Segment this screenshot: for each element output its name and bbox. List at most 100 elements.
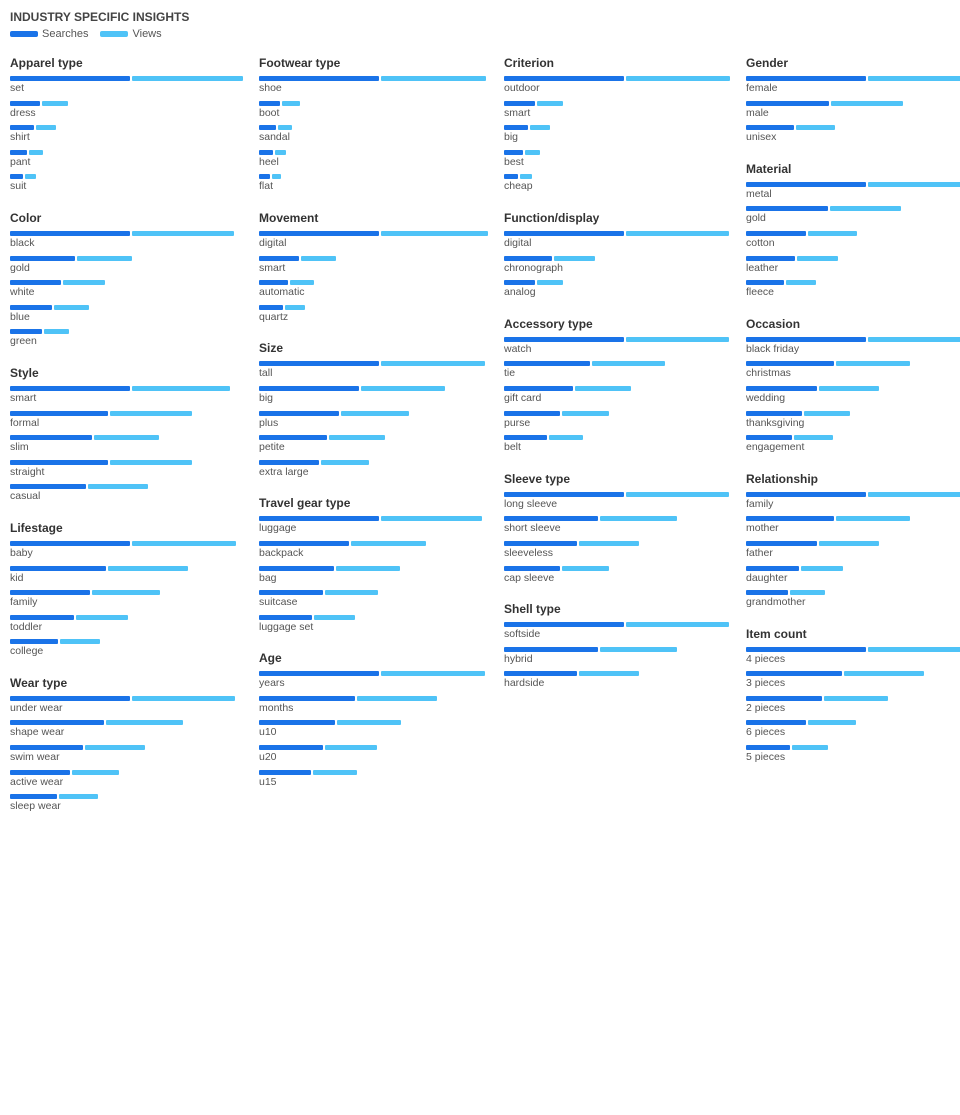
views-bar — [59, 794, 98, 799]
bar-item: shoe — [259, 76, 488, 95]
searches-bar — [504, 256, 552, 261]
searches-bar — [504, 76, 624, 81]
views-bar — [381, 671, 485, 676]
views-bar — [381, 231, 488, 236]
searches-bar — [259, 305, 283, 310]
bar-row — [746, 182, 960, 187]
bar-item-label: backpack — [259, 547, 488, 560]
views-bar — [381, 76, 486, 81]
bar-row — [259, 541, 488, 546]
views-bar — [325, 745, 377, 750]
views-bar — [44, 329, 69, 334]
bar-row — [259, 280, 488, 285]
bar-row — [504, 541, 730, 546]
bar-item: short sleeve — [504, 516, 730, 535]
bar-item: smart — [504, 101, 730, 120]
bar-item: outdoor — [504, 76, 730, 95]
bar-item: male — [746, 101, 960, 120]
views-bar — [25, 174, 36, 179]
searches-bar — [259, 671, 379, 676]
bar-item-label: dress — [10, 107, 243, 120]
searches-bar — [746, 435, 792, 440]
bar-item-label: 5 pieces — [746, 751, 960, 764]
bar-item: u15 — [259, 770, 488, 789]
searches-bar — [10, 745, 83, 750]
bar-row — [10, 435, 243, 440]
searches-bar — [259, 435, 327, 440]
bar-item: heel — [259, 150, 488, 169]
searches-legend-label: Searches — [42, 28, 88, 40]
section-shell-type: Shell typesoftsidehybridhardside — [504, 602, 730, 690]
views-bar — [94, 435, 159, 440]
views-bar — [110, 460, 192, 465]
bar-row — [10, 386, 243, 391]
bar-row — [259, 174, 488, 179]
bar-item: swim wear — [10, 745, 243, 764]
bar-item: backpack — [259, 541, 488, 560]
searches-bar — [746, 182, 866, 187]
searches-bar — [10, 174, 23, 179]
views-bar — [76, 615, 128, 620]
bar-item-label: analog — [504, 286, 730, 299]
views-bar — [794, 435, 833, 440]
bar-row — [504, 231, 730, 236]
bar-item: dress — [10, 101, 243, 120]
bar-item: wedding — [746, 386, 960, 405]
bar-item: smart — [10, 386, 243, 405]
section-color: Colorblackgoldwhitebluegreen — [10, 211, 243, 348]
bar-item-label: plus — [259, 417, 488, 430]
bar-item: months — [259, 696, 488, 715]
searches-bar — [746, 386, 817, 391]
bar-item: cotton — [746, 231, 960, 250]
searches-bar — [10, 231, 130, 236]
bar-item-label: family — [746, 498, 960, 511]
views-bar — [85, 745, 145, 750]
section-title-size: Size — [259, 341, 488, 355]
bar-row — [504, 622, 730, 627]
bar-item-label: purse — [504, 417, 730, 430]
bar-item: thanksgiving — [746, 411, 960, 430]
bar-item-label: formal — [10, 417, 243, 430]
views-bar — [796, 125, 835, 130]
searches-bar — [504, 101, 535, 106]
bar-item-label: active wear — [10, 776, 243, 789]
searches-bar — [504, 150, 523, 155]
searches-bar — [746, 671, 842, 676]
page-title: INDUSTRY SPECIFIC INSIGHTS — [10, 10, 950, 24]
bar-item-label: sleep wear — [10, 800, 243, 813]
bar-item-label: female — [746, 82, 960, 95]
searches-bar — [504, 622, 624, 627]
section-travel-gear-type: Travel gear typeluggagebackpackbagsuitca… — [259, 496, 488, 633]
bar-item: active wear — [10, 770, 243, 789]
bar-row — [746, 720, 960, 725]
views-bar — [868, 76, 960, 81]
bar-item-label: softside — [504, 628, 730, 641]
views-bar — [54, 305, 89, 310]
bar-item: gold — [746, 206, 960, 225]
bar-item: sleep wear — [10, 794, 243, 813]
section-lifestage: Lifestagebabykidfamilytoddlercollege — [10, 521, 243, 658]
bar-row — [10, 460, 243, 465]
bar-item: suitcase — [259, 590, 488, 609]
bar-item: long sleeve — [504, 492, 730, 511]
bar-item: flat — [259, 174, 488, 193]
views-bar — [836, 516, 910, 521]
bar-item: suit — [10, 174, 243, 193]
bar-row — [746, 280, 960, 285]
column-0: Apparel typesetdressshirtpantsuitColorbl… — [10, 56, 243, 831]
bar-item-label: black friday — [746, 343, 960, 356]
bar-item-label: big — [259, 392, 488, 405]
bar-item-label: long sleeve — [504, 498, 730, 511]
views-bar — [868, 647, 960, 652]
searches-bar — [10, 256, 75, 261]
searches-bar — [746, 720, 806, 725]
views-bar — [537, 101, 563, 106]
bar-row — [259, 305, 488, 310]
searches-bar — [504, 337, 624, 342]
searches-bar — [259, 411, 339, 416]
views-bar — [525, 150, 540, 155]
bar-row — [259, 720, 488, 725]
bar-row — [10, 329, 243, 334]
bar-row — [746, 386, 960, 391]
bar-item-label: outdoor — [504, 82, 730, 95]
